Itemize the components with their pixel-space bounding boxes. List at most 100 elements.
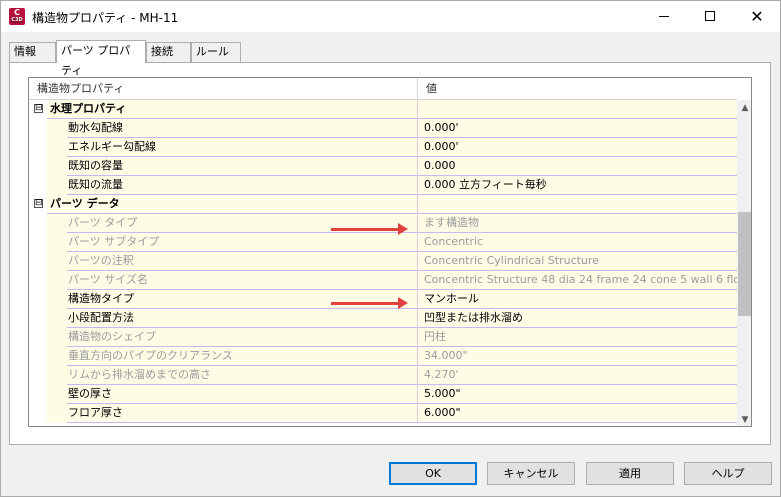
window-title: 構造物プロパティ - MH-11 bbox=[32, 11, 179, 25]
row-indent bbox=[47, 290, 67, 309]
property-row[interactable]: 既知の流量 0.000 立方フィート毎秒 bbox=[29, 176, 737, 195]
property-value: 34.000" bbox=[424, 349, 468, 362]
cancel-button[interactable]: キャンセル bbox=[487, 462, 575, 485]
property-value: Concentric Cylindrical Structure bbox=[424, 254, 599, 267]
property-label: 水理プロパティ bbox=[49, 100, 418, 119]
property-label: 構造物タイプ bbox=[67, 290, 418, 309]
property-row[interactable]: パーツ サイズ名 Concentric Structure 48 dia 24 f… bbox=[29, 271, 737, 290]
row-gutter bbox=[29, 157, 47, 176]
annotation-arrow-part-type bbox=[331, 223, 408, 235]
row-gutter bbox=[29, 214, 47, 233]
property-row[interactable]: エネルギー勾配線 0.000' bbox=[29, 138, 737, 157]
property-label: 構造物のシェイプ bbox=[67, 328, 418, 347]
property-row[interactable]: 動水勾配線 0.000' bbox=[29, 119, 737, 138]
property-row[interactable]: 構造物のシェイプ 円柱 bbox=[29, 328, 737, 347]
property-label: エネルギー勾配線 bbox=[67, 138, 418, 157]
row-gutter bbox=[29, 290, 47, 309]
property-value[interactable]: 0.000 bbox=[418, 157, 737, 176]
collapse-icon[interactable]: ⊟ bbox=[34, 199, 43, 208]
row-indent bbox=[47, 385, 67, 404]
property-value: 円柱 bbox=[424, 330, 446, 343]
tab-rules[interactable]: ルール bbox=[191, 42, 241, 62]
property-value[interactable]: 0.000' bbox=[418, 119, 737, 138]
grid-header: 構造物プロパティ 値 bbox=[29, 78, 737, 100]
property-row[interactable]: 既知の容量 0.000 bbox=[29, 157, 737, 176]
row-indent bbox=[47, 252, 67, 271]
civil3d-app-icon: C C3D bbox=[9, 8, 25, 25]
scroll-up-icon[interactable]: ▲ bbox=[737, 100, 751, 116]
row-gutter bbox=[29, 176, 47, 195]
property-value[interactable]: 0.000' bbox=[418, 138, 737, 157]
row-indent bbox=[47, 233, 67, 252]
scroll-thumb[interactable] bbox=[738, 212, 751, 316]
minimize-icon[interactable] bbox=[641, 1, 687, 32]
property-label: 垂直方向のパイプのクリアランス bbox=[67, 347, 418, 366]
property-label: 小段配置方法 bbox=[67, 309, 418, 328]
row-indent bbox=[47, 366, 67, 385]
property-value[interactable]: マンホール bbox=[418, 290, 737, 309]
row-gutter bbox=[29, 252, 47, 271]
header-property[interactable]: 構造物プロパティ bbox=[29, 78, 418, 100]
row-gutter bbox=[29, 309, 47, 328]
property-row[interactable]: フロア厚さ 6.000" bbox=[29, 404, 737, 423]
property-row[interactable]: パーツ サブタイプ Concentric bbox=[29, 233, 737, 252]
property-label: フロア厚さ bbox=[67, 404, 418, 423]
close-icon[interactable]: ✕ bbox=[734, 1, 780, 32]
tab-part-properties[interactable]: パーツ プロパティ bbox=[56, 40, 146, 77]
row-gutter bbox=[29, 138, 47, 157]
property-label: パーツの注釈 bbox=[67, 252, 418, 271]
row-indent bbox=[47, 214, 67, 233]
row-gutter bbox=[29, 404, 47, 423]
property-value[interactable]: 6.000" bbox=[418, 404, 737, 423]
apply-button[interactable]: 適用 bbox=[586, 462, 674, 485]
row-gutter bbox=[29, 385, 47, 404]
property-value[interactable] bbox=[418, 195, 737, 214]
help-button[interactable]: ヘルプ bbox=[684, 462, 772, 485]
row-indent bbox=[47, 138, 67, 157]
property-label: パーツ サブタイプ bbox=[67, 233, 418, 252]
property-value: ます構造物 bbox=[424, 216, 479, 229]
row-gutter bbox=[29, 328, 47, 347]
scroll-down-icon[interactable]: ▼ bbox=[737, 412, 751, 426]
dialog-window: C C3D 構造物プロパティ - MH-11 ✕ 情報 パーツ プロパティ 接続… bbox=[0, 0, 781, 497]
title-bar: C C3D 構造物プロパティ - MH-11 ✕ bbox=[1, 1, 780, 32]
ok-button[interactable]: OK bbox=[389, 462, 477, 485]
vertical-scrollbar[interactable]: ▲ ▼ bbox=[737, 100, 751, 426]
row-gutter bbox=[29, 119, 47, 138]
property-grid: 構造物プロパティ 値 ⊟ 水理プロパティ 動水勾配線 0.000' エネルギー勾配線 0.… bbox=[28, 77, 752, 427]
row-indent bbox=[47, 347, 67, 366]
category-row[interactable]: ⊟ 水理プロパティ bbox=[29, 100, 737, 119]
annotation-arrow-structure-type bbox=[331, 297, 408, 309]
property-row[interactable]: リムから排水溜めまでの高さ 4.270' bbox=[29, 366, 737, 385]
app-icon-sub: C3D bbox=[11, 17, 23, 23]
property-row[interactable]: 構造物タイプ マンホール bbox=[29, 290, 737, 309]
property-value[interactable]: 5.000" bbox=[418, 385, 737, 404]
property-label: リムから排水溜めまでの高さ bbox=[67, 366, 418, 385]
row-gutter bbox=[29, 233, 47, 252]
category-row[interactable]: ⊟ パーツ データ bbox=[29, 195, 737, 214]
row-indent bbox=[47, 176, 67, 195]
header-value[interactable]: 値 bbox=[418, 78, 737, 100]
property-value: Concentric bbox=[424, 235, 484, 248]
row-gutter bbox=[29, 366, 47, 385]
property-value: 4.270' bbox=[424, 368, 459, 381]
property-label: パーツ サイズ名 bbox=[67, 271, 418, 290]
row-gutter bbox=[29, 347, 47, 366]
property-value[interactable]: 凹型または排水溜め bbox=[418, 309, 737, 328]
maximize-icon[interactable] bbox=[687, 1, 733, 32]
property-row[interactable]: 垂直方向のパイプのクリアランス 34.000" bbox=[29, 347, 737, 366]
property-row[interactable]: 壁の厚さ 5.000" bbox=[29, 385, 737, 404]
property-value[interactable]: 0.000 立方フィート毎秒 bbox=[418, 176, 737, 195]
property-value: Concentric Structure 48 dia 24 frame 24 … bbox=[424, 273, 737, 286]
tab-info[interactable]: 情報 bbox=[9, 42, 56, 62]
property-value[interactable] bbox=[418, 100, 737, 119]
row-gutter bbox=[29, 271, 47, 290]
row-indent bbox=[47, 328, 67, 347]
property-row[interactable]: パーツの注釈 Concentric Cylindrical Structure bbox=[29, 252, 737, 271]
property-row[interactable]: 小段配置方法 凹型または排水溜め bbox=[29, 309, 737, 328]
property-label: 壁の厚さ bbox=[67, 385, 418, 404]
tab-connections[interactable]: 接続 bbox=[146, 42, 191, 62]
collapse-icon[interactable]: ⊟ bbox=[34, 104, 43, 113]
property-label: 動水勾配線 bbox=[67, 119, 418, 138]
property-label: 既知の容量 bbox=[67, 157, 418, 176]
